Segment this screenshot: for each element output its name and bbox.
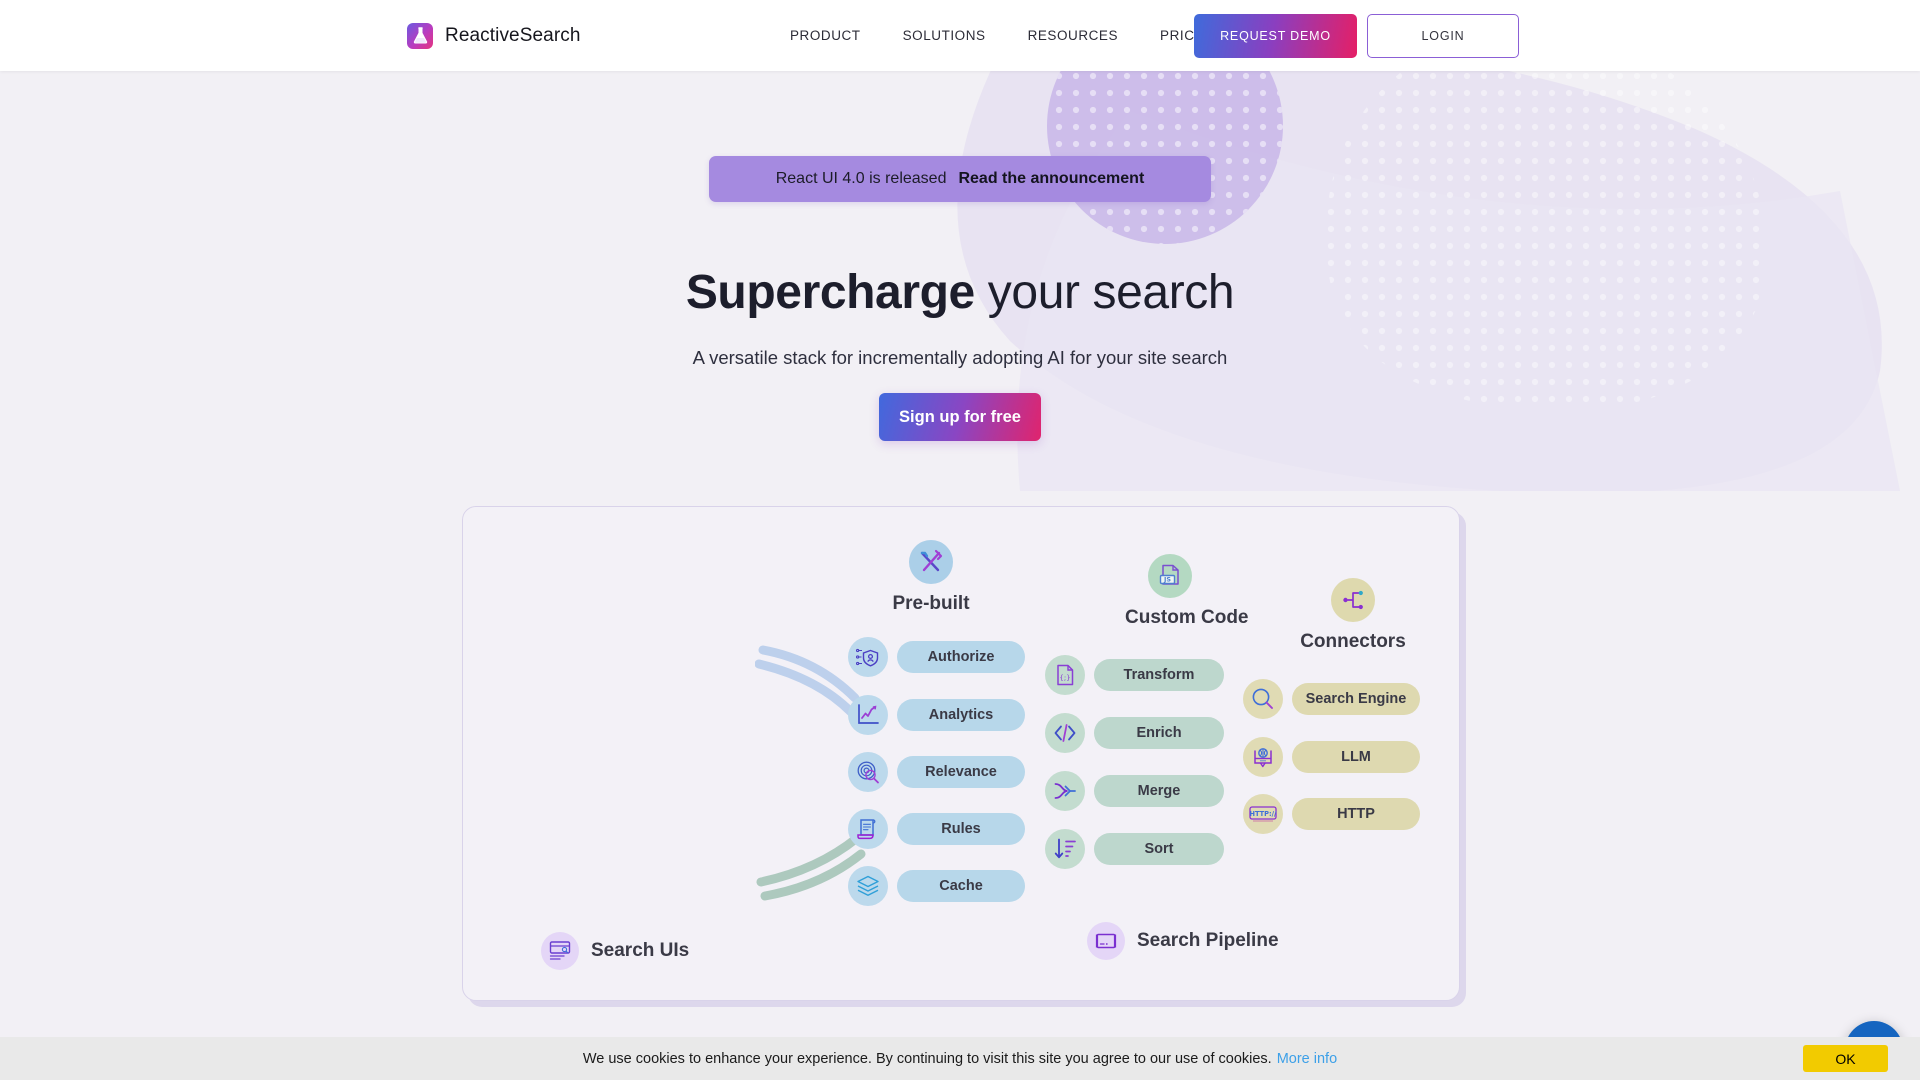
announcement-text: React UI 4.0 is released [775,170,947,187]
page-root: ReactiveSearch PRODUCT SOLUTIONS RESOURC… [0,0,1920,1080]
merge-arrows-icon [1045,771,1085,811]
svg-text:{;}: {;} [1059,674,1070,682]
pill-enrich[interactable]: Enrich [1094,717,1224,749]
pill-llm[interactable]: LLM [1292,741,1420,773]
diagram-row-http[interactable]: HTTP:// HTTP [1243,794,1420,834]
diagram-row-sort[interactable]: Sort [1045,829,1224,869]
flask-logo-icon [407,22,433,49]
site-header: ReactiveSearch PRODUCT SOLUTIONS RESOURC… [0,0,1920,71]
label-search-uis-text: Search UIs [591,940,690,961]
diagram-row-authorize[interactable]: Authorize [848,637,1025,677]
diagram-row-analytics[interactable]: Analytics [848,695,1025,735]
json-file-icon: {;} [1045,655,1085,695]
code-brackets-icon [1045,713,1085,753]
pill-transform[interactable]: Transform [1094,659,1224,691]
diagram-row-llm[interactable]: LLM [1243,737,1420,777]
page-title-rest: your search [974,266,1235,319]
announcement-banner[interactable]: React UI 4.0 is released Read the announ… [709,156,1211,202]
node-tree-icon [1331,578,1375,622]
login-button[interactable]: LOGIN [1367,13,1519,58]
nav-item-product[interactable]: PRODUCT [790,28,861,43]
pill-merge[interactable]: Merge [1094,775,1224,807]
brain-book-icon [1243,737,1283,777]
page-title-strong: Supercharge [685,266,975,319]
pipeline-icon [1087,922,1125,960]
cookie-more-info-link[interactable]: More info [1277,1051,1337,1067]
brand-logo[interactable]: ReactiveSearch [407,22,581,49]
cookie-consent-bar: We use cookies to enhance your experienc… [0,1037,1920,1080]
column-title-customcode: Custom Code [1125,607,1249,628]
line-chart-icon [848,695,888,735]
target-magnifier-icon [848,752,888,792]
svg-text:HTTP://: HTTP:// [1250,810,1277,818]
http-badge-icon: HTTP:// [1243,794,1283,834]
cookie-ok-button[interactable]: OK [1803,1045,1888,1072]
page-subtitle: A versatile stack for incrementally adop… [692,347,1228,368]
pill-http[interactable]: HTTP [1292,798,1420,830]
sort-descending-icon [1045,829,1085,869]
label-search-uis: Search UIs [541,932,689,970]
announcement-link[interactable]: Read the announcement [958,170,1144,188]
page-title: Supercharge your search [0,265,1920,320]
scroll-document-icon [848,809,888,849]
pill-sort[interactable]: Sort [1094,833,1224,865]
column-header-customcode: JS Custom Code [1125,554,1249,629]
shield-user-network-icon [848,637,888,677]
diagram-row-rules[interactable]: Rules [848,809,1025,849]
column-title-prebuilt: Pre-built [892,593,970,614]
signup-button[interactable]: Sign up for free [879,393,1041,441]
pill-search-engine[interactable]: Search Engine [1292,683,1420,715]
pill-rules[interactable]: Rules [897,813,1025,845]
svg-text:JS: JS [1163,576,1171,584]
label-search-pipeline-text: Search Pipeline [1137,930,1279,951]
pill-analytics[interactable]: Analytics [897,699,1025,731]
request-demo-button[interactable]: REQUEST DEMO [1194,13,1357,58]
tools-cross-icon [909,540,953,584]
nav-item-solutions[interactable]: SOLUTIONS [903,28,986,43]
diagram-row-search-engine[interactable]: Search Engine [1243,679,1420,719]
layers-stack-icon [848,866,888,906]
diagram-row-cache[interactable]: Cache [848,866,1025,906]
pill-cache[interactable]: Cache [897,870,1025,902]
diagram-row-relevance[interactable]: Relevance [848,752,1025,792]
column-header-connectors: Connectors [1298,578,1408,653]
column-header-prebuilt: Pre-built [886,540,976,615]
ui-window-icon [541,932,579,970]
nav-item-resources[interactable]: RESOURCES [1028,28,1118,43]
primary-nav: PRODUCT SOLUTIONS RESOURCES PRICING [790,28,1220,43]
cookie-message: We use cookies to enhance your experienc… [582,1050,1272,1067]
column-title-connectors: Connectors [1300,631,1406,652]
magnifier-icon [1243,679,1283,719]
diagram-row-transform[interactable]: {;} Transform [1045,655,1224,695]
diagram-row-merge[interactable]: Merge [1045,771,1224,811]
js-file-icon: JS [1148,554,1192,598]
diagram-row-enrich[interactable]: Enrich [1045,713,1224,753]
pill-authorize[interactable]: Authorize [897,641,1025,673]
pill-relevance[interactable]: Relevance [897,756,1025,788]
brand-name: ReactiveSearch [445,24,581,46]
label-search-pipeline: Search Pipeline [1087,922,1279,960]
